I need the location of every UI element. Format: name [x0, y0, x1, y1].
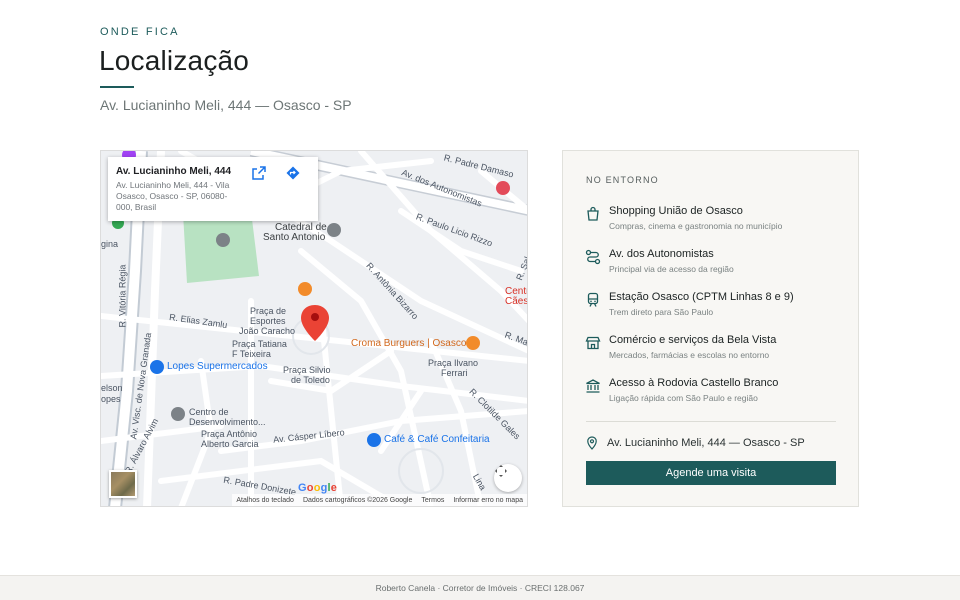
surrounding-item: Comércio e serviços da Bela Vista Mercad…: [585, 334, 845, 360]
terms-link[interactable]: Termos: [421, 497, 444, 504]
train-icon: [587, 292, 599, 307]
site-footer: Roberto Canela · Corretor de Imóveis · C…: [0, 575, 960, 600]
poi-label: Desenvolvimento...: [189, 417, 266, 427]
item-subtitle: Trem direto para São Paulo: [609, 307, 714, 317]
poi-label: Centro de: [189, 407, 229, 417]
map-data-credit: Dados cartográficos ©2026 Google: [302, 496, 413, 504]
item-title: Acesso à Rodovia Castello Branco: [609, 377, 779, 389]
item-title: Av. dos Autonomistas: [609, 248, 714, 260]
info-card-address: Av. Lucianinho Meli, 444 - Vila Osasco, …: [116, 180, 230, 212]
poi-label[interactable]: Croma Burguers | Osasco: [351, 339, 466, 349]
item-subtitle: Ligação rápida com São Paulo e região: [609, 393, 758, 403]
surrounding-item: Shopping União de Osasco Compras, cinema…: [585, 205, 845, 231]
map-attribution: Atalhos do teclado Dados cartográficos ©…: [232, 494, 527, 506]
keyboard-shortcuts-link[interactable]: Atalhos do teclado: [236, 497, 294, 504]
poi-label: elson: [101, 383, 123, 393]
poi-label: F Teixeira: [232, 349, 271, 359]
location-pin-icon: [587, 436, 597, 450]
poi-label: Santo Antonio: [263, 232, 326, 243]
poi-label: Esportes: [250, 316, 286, 326]
item-title: Estação Osasco (CPTM Linhas 8 e 9): [609, 291, 794, 303]
poi-label: Ferrari: [441, 368, 468, 378]
google-logo: Google: [298, 482, 338, 494]
section-eyebrow: ONDE FICA: [100, 26, 180, 38]
poi-label: Praça de: [250, 306, 287, 316]
directions-button[interactable]: [286, 166, 308, 188]
shopping-bag-icon: [587, 206, 599, 221]
poi-label[interactable]: Café & Café Confeitaria: [384, 435, 490, 445]
directions-icon: [286, 166, 300, 180]
map-info-card: Av. Lucianinho Meli, 444 Av. Lucianinho …: [108, 157, 318, 221]
surrounding-item: Acesso à Rodovia Castello Branco Ligação…: [585, 377, 845, 403]
fullscreen-icon: [495, 465, 507, 477]
landmark-icon: [586, 379, 600, 393]
footer-text: Roberto Canela · Corretor de Imóveis · C…: [375, 583, 585, 593]
report-error-link[interactable]: Informar erro no mapa: [453, 497, 523, 504]
fullscreen-button[interactable]: [494, 464, 522, 492]
item-title: Comércio e serviços da Bela Vista: [609, 334, 777, 346]
info-card-title: Av. Lucianinho Meli, 444: [116, 166, 232, 177]
page-address: Av. Lucianinho Meli, 444 — Osasco - SP: [100, 97, 352, 113]
item-title: Shopping União de Osasco: [609, 205, 743, 217]
panel-location: Av. Lucianinho Meli, 444 — Osasco - SP: [585, 436, 805, 450]
poi-label: Praça Ilvano: [428, 358, 479, 368]
open-in-new-icon: [252, 166, 266, 180]
item-subtitle: Principal via de acesso da região: [609, 264, 734, 274]
schedule-visit-button[interactable]: Agende uma visita: [586, 461, 836, 485]
poi-label: Cães: [505, 296, 528, 307]
poi-label: João Caracho: [239, 326, 296, 336]
item-subtitle: Compras, cinema e gastronomia no municíp…: [609, 221, 783, 231]
google-map[interactable]: R. Padre Damaso Av. dos Autonomistas R. …: [100, 150, 528, 507]
item-subtitle: Mercados, farmácias e escolas no entorno: [609, 350, 770, 360]
open-in-maps-button[interactable]: [252, 166, 274, 188]
poi-label[interactable]: Lopes Supermercados: [167, 362, 268, 372]
location-text: Av. Lucianinho Meli, 444 — Osasco - SP: [607, 437, 805, 449]
store-icon: [585, 336, 601, 350]
surrounding-item: Av. dos Autonomistas Principal via de ac…: [585, 248, 845, 274]
title-underline: [100, 86, 134, 88]
street-label: R. Vitória Régia: [117, 264, 128, 328]
poi-label: Praça Tatiana: [232, 339, 287, 349]
surrounding-item: Estação Osasco (CPTM Linhas 8 e 9) Trem …: [585, 291, 845, 317]
poi-label: de Toledo: [291, 375, 330, 385]
satellite-thumbnail[interactable]: [109, 470, 137, 498]
park-area: [183, 211, 259, 283]
poi-label: Praça Silvio: [283, 365, 331, 375]
panel-heading: NO ENTORNO: [586, 175, 659, 185]
poi-label: Alberto Garcia: [201, 439, 259, 449]
surroundings-panel: NO ENTORNO Shopping União de Osasco Comp…: [562, 150, 859, 507]
panel-divider: [586, 421, 836, 422]
poi-label: Praça Antônio: [201, 429, 258, 439]
route-icon: [585, 249, 601, 265]
poi-label: opes: [101, 394, 121, 404]
poi-label: gina: [101, 239, 119, 249]
page-title: Localização: [99, 45, 250, 76]
